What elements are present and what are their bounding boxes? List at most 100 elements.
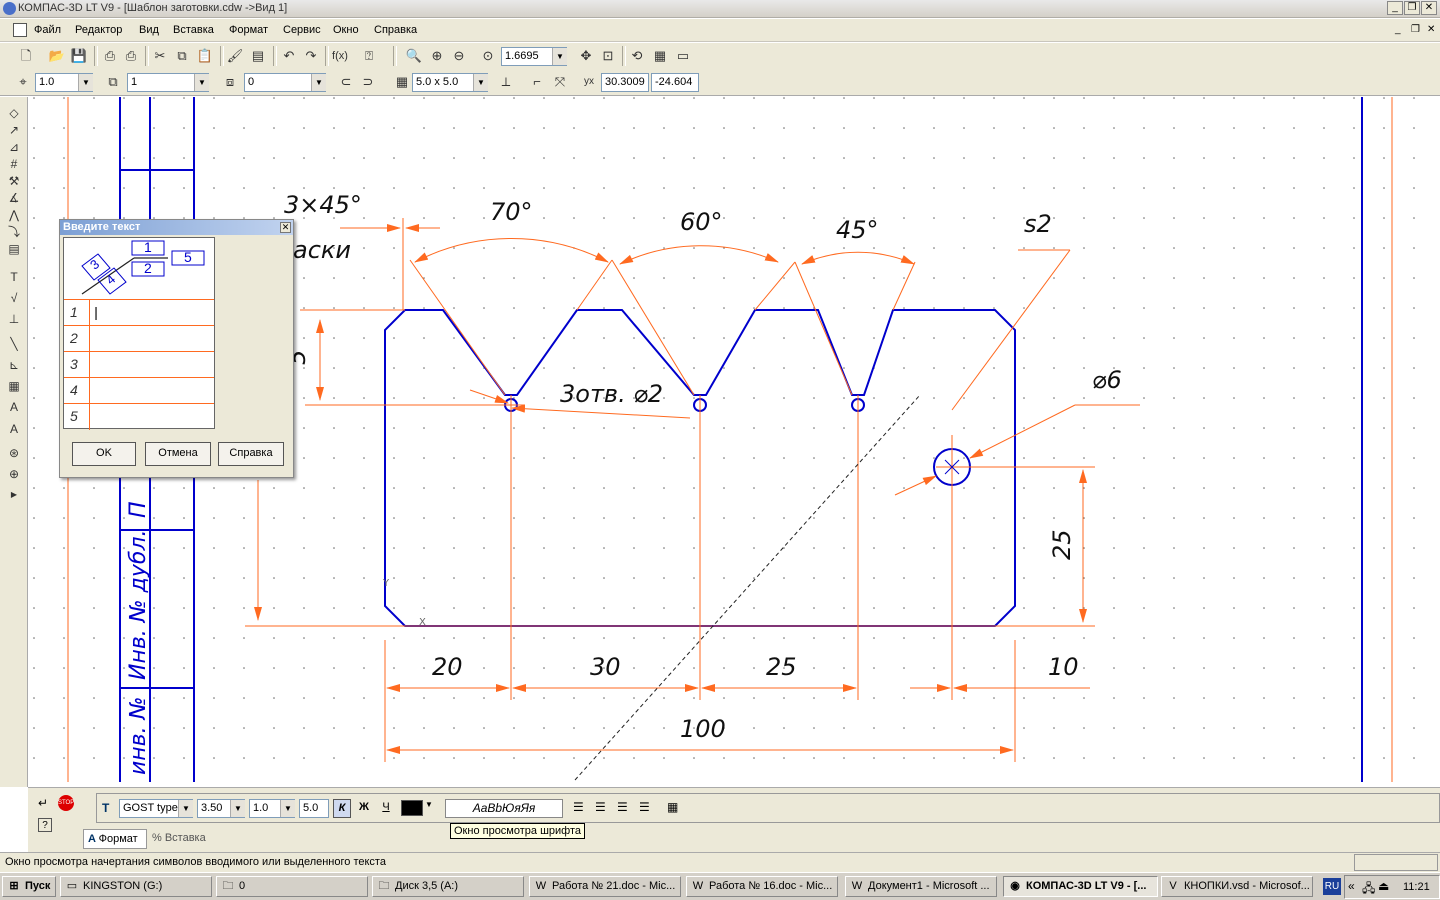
open-icon[interactable]: 📂 (48, 47, 66, 65)
menu-file[interactable]: Файл (34, 24, 61, 36)
coord-x-field[interactable]: 30.3009 (601, 73, 649, 92)
print-preview-icon[interactable]: ⎙ (122, 47, 140, 65)
function-icon[interactable]: f(x) (331, 47, 349, 65)
menu-insert[interactable]: Вставка (173, 24, 214, 36)
save-icon[interactable]: 💾 (70, 47, 88, 65)
angle-70[interactable]: 70° (490, 198, 533, 226)
dimensions-icon[interactable]: ↗ (5, 122, 23, 138)
font-size-dropdown[interactable]: ▼ (230, 800, 245, 817)
insert-symbol-icon[interactable]: ▦ (667, 800, 678, 814)
view-icon[interactable]: ⧉ (104, 73, 122, 91)
base-icon[interactable]: ⊥ (5, 311, 23, 327)
layer-icon[interactable]: ⧈ (221, 73, 239, 91)
new-icon[interactable]: 🗋 (17, 47, 35, 65)
copy-icon[interactable]: ⧉ (173, 47, 191, 65)
font-preview[interactable]: АаВbЮяЯя (445, 799, 563, 818)
zoom-in-icon[interactable]: ⊕ (428, 47, 446, 65)
view-arrow-icon[interactable]: A (5, 421, 23, 437)
zoom-all-icon[interactable]: ⊡ (599, 47, 617, 65)
task-floppy[interactable]: 🗀 Диск 3,5 (A:) (372, 876, 524, 897)
local-cs-icon[interactable]: ⟂ (497, 73, 515, 91)
task-word-21[interactable]: W Работа № 21.doc - Mic... (529, 876, 681, 897)
edit-icon[interactable]: # (5, 156, 23, 172)
start-button[interactable]: ⊞ Пуск (2, 876, 56, 897)
dialog-close-button[interactable]: ✕ (280, 222, 291, 233)
align-justify-icon[interactable]: ☰ (639, 800, 650, 814)
dim-20[interactable]: 20 (432, 653, 463, 681)
app-icon[interactable] (3, 2, 16, 15)
tab-format[interactable]: A Формат (83, 829, 147, 849)
reports-icon[interactable]: ▤ (5, 241, 23, 257)
hatch-icon[interactable]: ⊛ (5, 445, 23, 461)
document-icon[interactable] (13, 23, 27, 37)
task-kingston[interactable]: ▭ KINGSTON (G:) (60, 876, 212, 897)
grid-dropdown[interactable]: ▼ (473, 74, 488, 91)
angle-45[interactable]: 45° (836, 216, 879, 244)
text-row[interactable]: 4 (64, 377, 214, 404)
snap-settings-icon[interactable]: ⊃ (359, 73, 377, 91)
position-icon[interactable]: ⊾ (5, 357, 23, 373)
restore-button[interactable]: ❐ (1404, 1, 1420, 15)
bold-button[interactable]: Ж (355, 799, 373, 818)
section-icon[interactable]: A (5, 399, 23, 415)
layer-dropdown[interactable]: ▼ (311, 74, 326, 91)
text-row-input[interactable]: | (94, 304, 98, 320)
geometry-icon[interactable]: ◇ (5, 105, 23, 121)
text-row[interactable]: 3 (64, 351, 214, 378)
task-word-doc1[interactable]: W Документ1 - Microsoft ... (845, 876, 997, 897)
print-icon[interactable]: ⎙ (101, 47, 119, 65)
tray-expand-icon[interactable]: « (1348, 879, 1355, 893)
language-indicator[interactable]: RU (1323, 878, 1341, 895)
redo-icon[interactable]: ↷ (302, 47, 320, 65)
spacing-field[interactable]: 5.0 (299, 799, 329, 818)
text-row[interactable]: 1 | (64, 299, 214, 326)
zoom-window-icon[interactable]: 🔍 (405, 47, 423, 65)
round-icon[interactable]: ⤧ (551, 73, 569, 91)
tab-insert[interactable]: % Вставка (148, 829, 218, 849)
dialog-title[interactable]: Введите текст (60, 220, 293, 235)
roughness-label[interactable]: s2 (1024, 210, 1052, 238)
align-center-icon[interactable]: ☰ (595, 800, 606, 814)
roughness-icon[interactable]: √ (5, 290, 23, 306)
doc-minimize-button[interactable]: _ (1395, 24, 1401, 35)
doc-close-button[interactable]: ✕ (1427, 24, 1435, 35)
create-object-icon[interactable]: ↵ (38, 796, 48, 810)
hole-diameter-label[interactable]: ⌀6 (1092, 366, 1122, 394)
refresh-icon[interactable]: ⟲ (628, 47, 646, 65)
magnet-icon[interactable]: ⊂ (337, 73, 355, 91)
zoom-dropdown[interactable]: ▼ (552, 48, 567, 65)
properties-icon[interactable]: ▤ (249, 47, 267, 65)
text-row[interactable]: 5 (64, 403, 214, 430)
font-dropdown[interactable]: ▼ (178, 800, 193, 817)
dim-25-horizontal[interactable]: 25 (766, 653, 797, 681)
format-painter-icon[interactable]: 🖌 (226, 47, 244, 65)
task-kompas[interactable]: ◉ КОМПАС-3D LT V9 - [... (1003, 876, 1158, 897)
close-button[interactable]: ✕ (1421, 1, 1437, 15)
panel-expand-icon[interactable]: ▶ (5, 487, 23, 503)
task-word-16[interactable]: W Работа № 16.doc - Mic... (686, 876, 838, 897)
italic-button[interactable]: К (333, 799, 351, 818)
zoom-out-icon[interactable]: ⊖ (450, 47, 468, 65)
context-help-icon[interactable]: ⍰ (360, 47, 378, 65)
network-icon[interactable]: 🖧 (1362, 879, 1375, 900)
width-ratio-dropdown[interactable]: ▼ (280, 800, 295, 817)
angle-60[interactable]: 60° (680, 208, 723, 236)
dim-25-vertical[interactable]: 25 (1048, 529, 1076, 560)
underline-button[interactable]: Ч (377, 799, 395, 818)
menu-service[interactable]: Сервис (283, 24, 321, 36)
layers-icon[interactable]: ▦ (651, 47, 669, 65)
measure-icon[interactable]: ∡ (5, 190, 23, 206)
select-icon[interactable]: ⋀ (5, 207, 23, 223)
text-row[interactable]: 2 (64, 325, 214, 352)
zoom-scale-icon[interactable]: ⊙ (479, 47, 497, 65)
color-dropdown[interactable]: ▼ (425, 800, 433, 809)
task-visio[interactable]: V КНОПКИ.vsd - Microsof... (1161, 876, 1313, 897)
paste-icon[interactable]: 📋 (196, 47, 214, 65)
center-icon[interactable]: ⊕ (5, 466, 23, 482)
ok-button[interactable]: OK (72, 442, 136, 466)
align-right-icon[interactable]: ☰ (617, 800, 628, 814)
style-dropdown[interactable]: ▼ (78, 74, 93, 91)
task-folder[interactable]: 🗀 0 (216, 876, 368, 897)
pan-icon[interactable]: ✥ (577, 47, 595, 65)
grid-icon[interactable]: ▦ (393, 73, 411, 91)
